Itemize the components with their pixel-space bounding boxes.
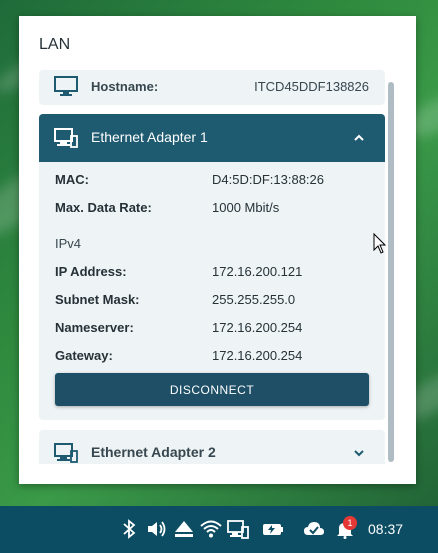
taskbar: 1 08:37 <box>0 506 438 553</box>
network-monitor-icon <box>54 443 78 463</box>
adapter1-title: Ethernet Adapter 1 <box>91 129 208 145</box>
subnet-label: Subnet Mask: <box>55 292 140 307</box>
chevron-up-icon[interactable] <box>353 132 365 144</box>
hostname-label: Hostname: <box>91 79 159 94</box>
scrollbar-thumb[interactable] <box>388 82 394 462</box>
monitor-icon <box>54 76 78 96</box>
scrollbar[interactable] <box>388 82 394 462</box>
ip-label: IP Address: <box>55 264 127 279</box>
adapter-list[interactable]: Hostname: ITCD45DDF138826 Ethernet Adapt… <box>39 70 385 464</box>
cloud-check-icon[interactable] <box>303 519 325 539</box>
notification-badge: 1 <box>343 516 357 530</box>
network-monitor-icon <box>54 128 78 148</box>
gateway-label: Gateway: <box>55 348 113 363</box>
panel-title: LAN <box>39 36 71 53</box>
volume-icon[interactable] <box>145 519 167 539</box>
adapter1-header[interactable]: Ethernet Adapter 1 <box>39 114 385 162</box>
ipv4-heading: IPv4 <box>55 236 82 251</box>
ip-value: 172.16.200.121 <box>212 264 303 279</box>
disconnect-button[interactable]: DISCONNECT <box>55 373 369 406</box>
chevron-down-icon[interactable] <box>353 447 365 459</box>
network-icon[interactable] <box>227 519 249 539</box>
clock[interactable]: 08:37 <box>368 521 403 537</box>
adapter2-card[interactable]: Ethernet Adapter 2 <box>39 430 385 464</box>
bluetooth-icon[interactable] <box>118 519 140 539</box>
nameserver-value: 172.16.200.254 <box>212 320 303 335</box>
subnet-value: 255.255.255.0 <box>212 292 296 307</box>
mac-label: MAC: <box>55 172 89 187</box>
nameserver-label: Nameserver: <box>55 320 134 335</box>
gateway-value: 172.16.200.254 <box>212 348 303 363</box>
eject-icon[interactable] <box>173 519 195 539</box>
lan-panel: LAN Hostname: ITCD45DDF138826 Ethernet A <box>19 16 416 484</box>
mouse-cursor-icon <box>373 232 387 254</box>
rate-label: Max. Data Rate: <box>55 200 152 215</box>
battery-icon[interactable] <box>262 519 284 539</box>
hostname-card: Hostname: ITCD45DDF138826 <box>39 70 385 105</box>
rate-value: 1000 Mbit/s <box>212 200 280 215</box>
hostname-value: ITCD45DDF138826 <box>254 79 369 94</box>
adapter1-card: Ethernet Adapter 1 MAC: D4:5D:DF:13:88:2… <box>39 114 385 420</box>
wifi-icon[interactable] <box>200 519 222 539</box>
mac-value: D4:5D:DF:13:88:26 <box>212 172 325 187</box>
adapter2-title: Ethernet Adapter 2 <box>91 444 216 460</box>
